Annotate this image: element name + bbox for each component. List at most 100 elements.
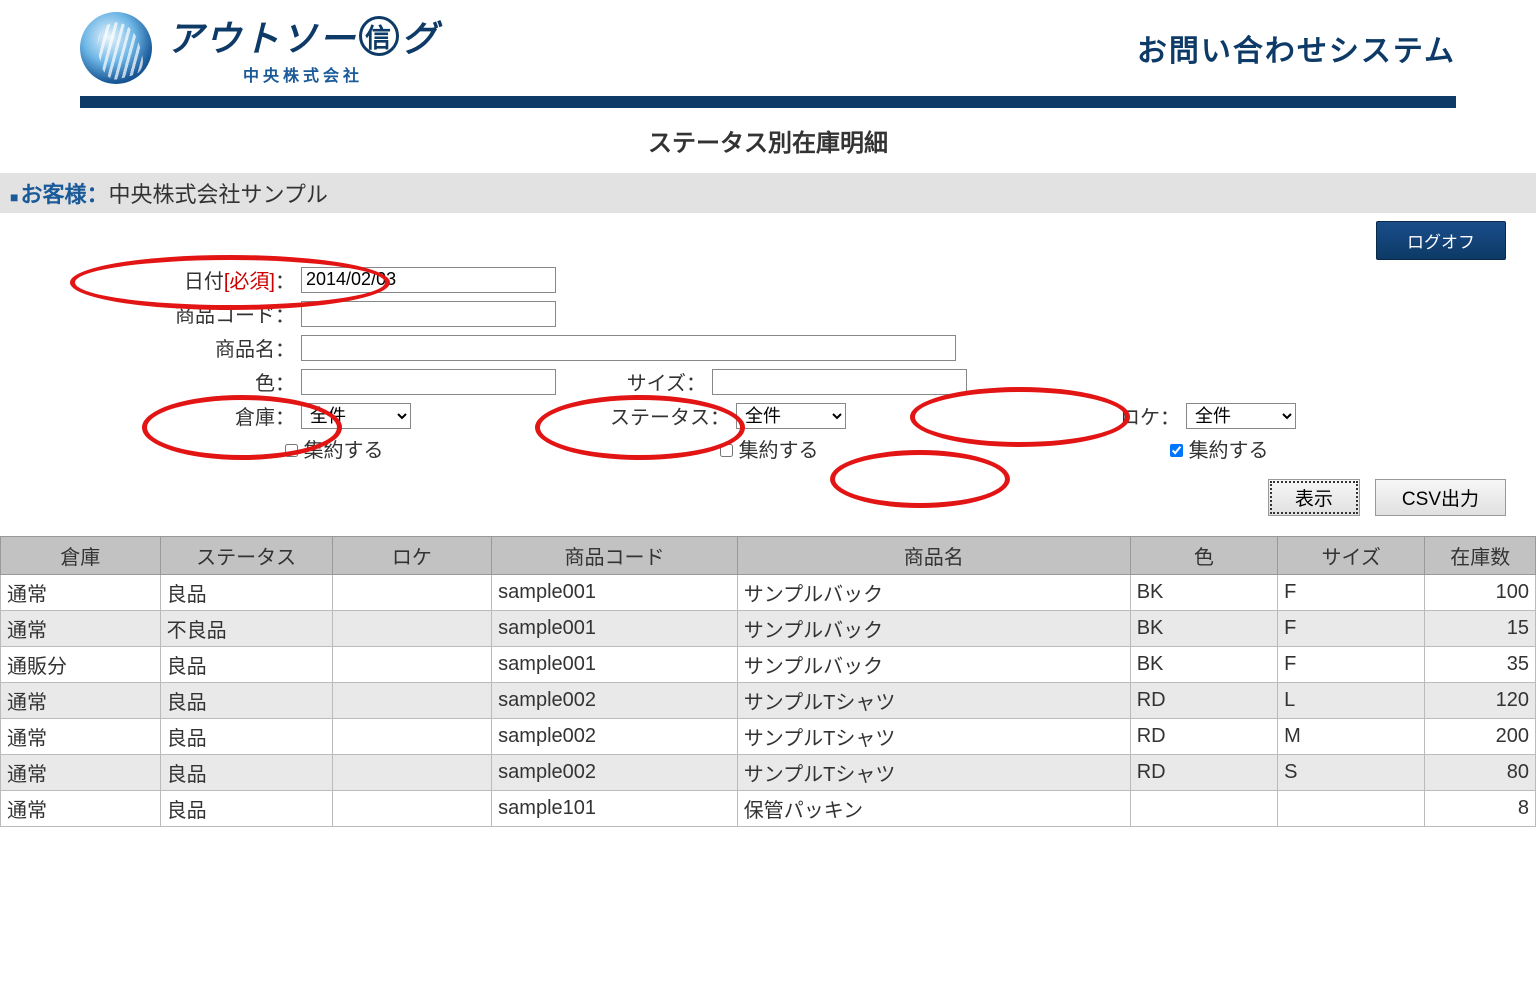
- location-label: ロケ: [1010, 401, 1160, 430]
- table-row: 通常良品 sample101保管パッキン 8: [1, 791, 1536, 827]
- cell-color: RD: [1130, 755, 1277, 791]
- cell-name: サンプルバック: [737, 575, 1130, 611]
- date-input[interactable]: [301, 267, 556, 293]
- size-input[interactable]: [712, 369, 967, 395]
- status-select[interactable]: 全件: [736, 403, 846, 429]
- navy-divider: [80, 96, 1456, 108]
- cell-code: sample101: [492, 791, 738, 827]
- cell-code: sample002: [492, 755, 738, 791]
- date-label: 日付[必須]: [120, 265, 275, 294]
- cell-status: 良品: [160, 719, 332, 755]
- cell-warehouse: 通常: [1, 791, 161, 827]
- cell-code: sample002: [492, 683, 738, 719]
- cell-location: [332, 575, 492, 611]
- cell-status: 良品: [160, 791, 332, 827]
- cell-code: sample001: [492, 575, 738, 611]
- header: アウトソー 信 グ 中央株式会社 お問い合わせシステム: [0, 0, 1536, 96]
- table-row: 通常不良品sample001サンプルバックBKF15: [1, 611, 1536, 647]
- size-label: サイズ: [586, 367, 686, 396]
- customer-value: 中央株式会社サンプル: [109, 177, 328, 209]
- table-row: 通常良品sample002サンプルTシャツRDS80: [1, 755, 1536, 791]
- cell-location: [332, 755, 492, 791]
- cell-qty: 100: [1425, 575, 1536, 611]
- cell-color: RD: [1130, 683, 1277, 719]
- color-label: 色: [120, 367, 275, 396]
- cell-size: M: [1278, 719, 1425, 755]
- csv-export-button[interactable]: CSV出力: [1375, 479, 1506, 516]
- col-size: サイズ: [1278, 537, 1425, 575]
- cell-qty: 8: [1425, 791, 1536, 827]
- cell-status: 不良品: [160, 611, 332, 647]
- cell-status: 良品: [160, 575, 332, 611]
- search-form: 日付[必須] ： 商品コード ： 商品名 ： 色 ： サイズ ： 倉庫 ： 全件: [0, 265, 1536, 473]
- cell-color: RD: [1130, 719, 1277, 755]
- col-location: ロケ: [332, 537, 492, 575]
- cell-warehouse: 通常: [1, 683, 161, 719]
- col-product-code: 商品コード: [492, 537, 738, 575]
- location-aggregate-checkbox[interactable]: [1170, 444, 1183, 457]
- cell-name: サンプルTシャツ: [737, 755, 1130, 791]
- table-row: 通常良品sample002サンプルTシャツRDL120: [1, 683, 1536, 719]
- table-row: 通販分良品sample001サンプルバックBKF35: [1, 647, 1536, 683]
- cell-qty: 15: [1425, 611, 1536, 647]
- warehouse-aggregate-label[interactable]: 集約する: [285, 440, 384, 462]
- location-select[interactable]: 全件: [1186, 403, 1296, 429]
- logoff-button[interactable]: ログオフ: [1376, 221, 1506, 260]
- cell-location: [332, 647, 492, 683]
- cell-size: F: [1278, 647, 1425, 683]
- logo-main: アウトソー 信 グ: [167, 10, 439, 62]
- product-name-label: 商品名: [120, 333, 275, 362]
- cell-status: 良品: [160, 647, 332, 683]
- col-status: ステータス: [160, 537, 332, 575]
- warehouse-label: 倉庫: [120, 401, 275, 430]
- cell-code: sample001: [492, 611, 738, 647]
- col-product-name: 商品名: [737, 537, 1130, 575]
- status-aggregate-checkbox[interactable]: [720, 444, 733, 457]
- cell-color: BK: [1130, 611, 1277, 647]
- cell-size: L: [1278, 683, 1425, 719]
- logo-circle-char: 信: [359, 16, 399, 56]
- color-input[interactable]: [301, 369, 556, 395]
- cell-qty: 35: [1425, 647, 1536, 683]
- page-title: ステータス別在庫明細: [0, 123, 1536, 158]
- customer-label: お客様: [20, 177, 86, 209]
- table-header-row: 倉庫 ステータス ロケ 商品コード 商品名 色 サイズ 在庫数: [1, 537, 1536, 575]
- col-warehouse: 倉庫: [1, 537, 161, 575]
- cell-name: サンプルバック: [737, 647, 1130, 683]
- system-title: お問い合わせシステム: [1137, 26, 1456, 70]
- cell-name: 保管パッキン: [737, 791, 1130, 827]
- product-code-input[interactable]: [301, 301, 556, 327]
- table-row: 通常良品sample002サンプルTシャツRDM200: [1, 719, 1536, 755]
- inventory-table: 倉庫 ステータス ロケ 商品コード 商品名 色 サイズ 在庫数 通常良品samp…: [0, 536, 1536, 827]
- logo-text: アウトソー 信 グ 中央株式会社: [167, 10, 439, 86]
- status-label: ステータス: [560, 401, 710, 430]
- cell-warehouse: 通常: [1, 755, 161, 791]
- cell-name: サンプルバック: [737, 611, 1130, 647]
- colon: ：: [275, 265, 295, 294]
- cell-status: 良品: [160, 755, 332, 791]
- product-code-label: 商品コード: [120, 299, 275, 328]
- location-aggregate-label[interactable]: 集約する: [1170, 440, 1269, 462]
- cell-code: sample001: [492, 647, 738, 683]
- required-mark: [必須]: [224, 271, 275, 293]
- table-row: 通常良品sample001サンプルバックBKF100: [1, 575, 1536, 611]
- col-color: 色: [1130, 537, 1277, 575]
- cell-warehouse: 通常: [1, 719, 161, 755]
- cell-size: F: [1278, 575, 1425, 611]
- cell-location: [332, 683, 492, 719]
- cell-status: 良品: [160, 683, 332, 719]
- cell-warehouse: 通販分: [1, 647, 161, 683]
- display-button[interactable]: 表示: [1268, 479, 1360, 516]
- cell-qty: 80: [1425, 755, 1536, 791]
- warehouse-select[interactable]: 全件: [301, 403, 411, 429]
- cell-warehouse: 通常: [1, 575, 161, 611]
- cell-location: [332, 611, 492, 647]
- warehouse-aggregate-checkbox[interactable]: [285, 444, 298, 457]
- cell-warehouse: 通常: [1, 611, 161, 647]
- cell-color: [1130, 791, 1277, 827]
- cell-name: サンプルTシャツ: [737, 683, 1130, 719]
- cell-location: [332, 719, 492, 755]
- status-aggregate-label[interactable]: 集約する: [720, 440, 819, 462]
- product-name-input[interactable]: [301, 335, 956, 361]
- cell-location: [332, 791, 492, 827]
